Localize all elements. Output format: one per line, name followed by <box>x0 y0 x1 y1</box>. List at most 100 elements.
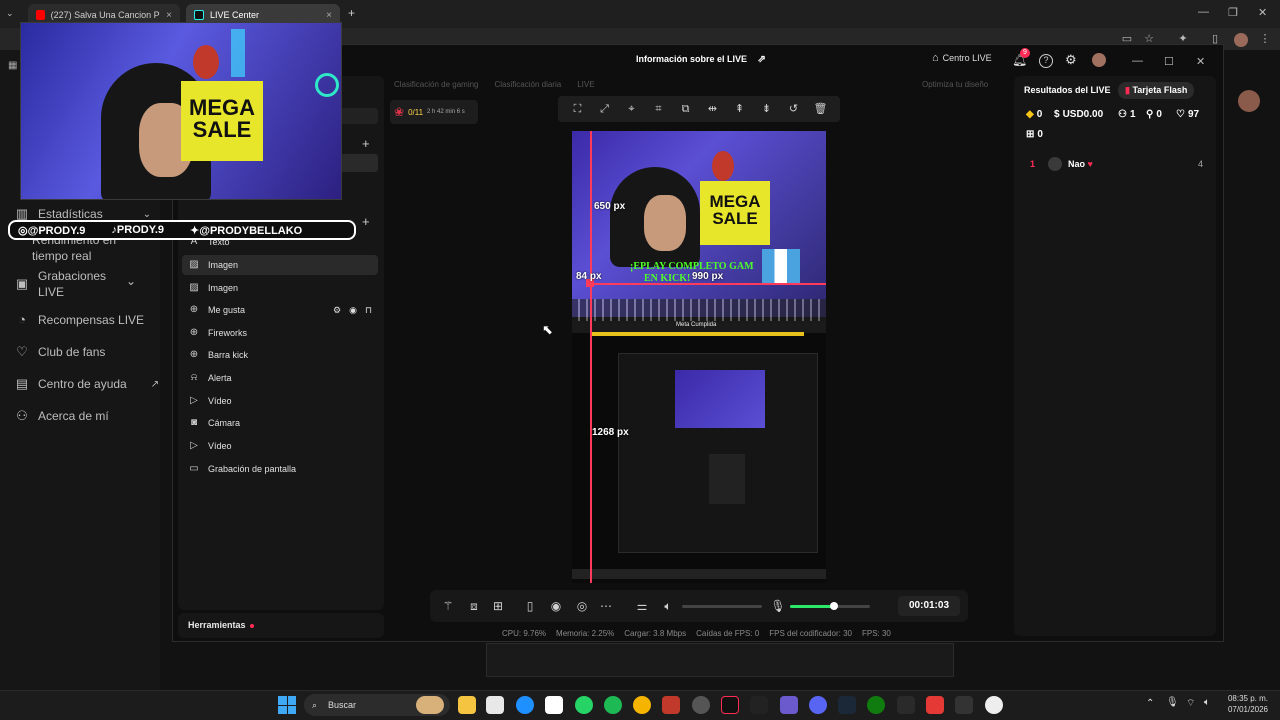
app-gray-icon[interactable] <box>955 696 973 714</box>
tab-list-icon[interactable]: ⌄ <box>6 8 14 19</box>
whatsapp-icon[interactable] <box>575 696 593 714</box>
tab-live[interactable]: LIVE <box>577 80 594 89</box>
fit-screen-icon[interactable]: ⛶ <box>571 102 585 116</box>
phone-icon[interactable]: ▯ <box>522 598 538 614</box>
tab-daily-rank[interactable]: Clasificación diaria <box>495 80 562 89</box>
vpn-icon[interactable] <box>780 696 798 714</box>
center-icon[interactable]: ⌖ <box>625 102 639 116</box>
add-media-icon[interactable]: ⊞ <box>490 598 506 614</box>
edge-icon[interactable] <box>516 696 534 714</box>
tf-icon[interactable] <box>750 696 768 714</box>
source-item[interactable]: ▨ Imagen <box>182 278 378 298</box>
file-explorer-icon[interactable] <box>458 696 476 714</box>
microphone-icon[interactable]: 🎙︎ <box>770 598 786 614</box>
scene-selector[interactable] <box>340 108 378 124</box>
add-scene-icon[interactable]: + <box>362 136 370 151</box>
source-item[interactable]: ⊕ Barra kick <box>182 345 378 365</box>
stream-preview[interactable]: MEGA SALE ¡EPLAY COMPLETO GAM EN KICK! M… <box>572 131 826 583</box>
audio-mixer-icon[interactable]: ⚌ <box>634 598 650 614</box>
viewer-row[interactable]: Nao ♥ <box>1068 159 1093 169</box>
window-minimize-icon[interactable]: — <box>1132 55 1143 67</box>
source-item[interactable]: ⊕ Fireworks <box>182 323 378 343</box>
volume-icon[interactable]: 🔈︎ <box>1204 697 1210 708</box>
settings-icon[interactable]: ⚙ <box>333 305 341 316</box>
scene-item[interactable] <box>340 154 378 172</box>
more-icon[interactable]: ⋯ <box>598 598 614 614</box>
network-icon[interactable]: ⌔ <box>1186 697 1195 710</box>
face <box>644 195 686 251</box>
speaker-icon[interactable]: 🔈︎ <box>660 598 676 614</box>
tab-gaming-rank[interactable]: Clasificación de gaming <box>394 80 479 89</box>
viewer-avatar[interactable] <box>1048 157 1062 171</box>
source-item[interactable]: ◙ Cámara <box>182 413 378 433</box>
source-item[interactable]: ▭ Grabación de pantalla <box>182 459 378 479</box>
speaker-volume-slider[interactable] <box>682 605 762 608</box>
source-item[interactable]: ⍾ Alerta <box>182 368 378 388</box>
profile-avatar[interactable] <box>1234 33 1248 47</box>
expand-icon[interactable]: ⤢ <box>598 102 612 116</box>
store-icon[interactable] <box>486 696 504 714</box>
steam-icon[interactable] <box>838 696 856 714</box>
flip-icon[interactable]: ⇹ <box>706 102 720 116</box>
crop-icon[interactable]: ⌗ <box>652 102 666 116</box>
live-icon[interactable]: ◎ <box>574 598 590 614</box>
epic-games-icon[interactable] <box>897 696 915 714</box>
instagram-icon: ◎ <box>18 224 28 237</box>
minimize-icon[interactable]: — <box>1198 6 1209 18</box>
effects-icon[interactable]: ⧈ <box>466 598 482 614</box>
game-icon[interactable] <box>692 696 710 714</box>
centro-live-button[interactable]: ⌂ Centro LIVE <box>932 52 992 64</box>
nav-grabaciones[interactable]: ▣ Grabaciones LIVE ⌄ <box>14 268 154 300</box>
discord-icon[interactable] <box>809 696 827 714</box>
settings-icon[interactable]: ⚙ <box>1065 52 1077 68</box>
eye-icon[interactable]: ◉ <box>349 305 357 316</box>
record-icon[interactable]: ◉ <box>548 598 564 614</box>
restore-icon[interactable]: ❐ <box>1228 6 1238 19</box>
spotify-icon[interactable] <box>604 696 622 714</box>
lock-icon[interactable]: ⊓ <box>365 305 372 316</box>
delete-icon[interactable]: 🗑︎ <box>814 102 828 116</box>
nav-ayuda[interactable]: ▤ Centro de ayuda ↗ <box>14 376 159 392</box>
layer-down-icon[interactable]: ⇟ <box>760 102 774 116</box>
nav-recompensas[interactable]: ◔ Recompensas LIVE <box>14 312 144 328</box>
tiktok-live-icon[interactable] <box>721 696 739 714</box>
help-icon[interactable]: ? <box>1039 54 1053 68</box>
tools-section[interactable]: Herramientas <box>178 613 384 638</box>
rotate-icon[interactable]: ↺ <box>787 102 801 116</box>
apps-icon[interactable]: ▦ <box>8 60 17 71</box>
window-close-icon[interactable]: ✕ <box>1196 55 1205 68</box>
window-maximize-icon[interactable]: ☐ <box>1164 55 1174 68</box>
source-item[interactable]: ⊕ Me gusta ⚙ ◉ ⊓ <box>182 300 378 320</box>
close-tab-icon[interactable]: × <box>326 10 332 21</box>
app-red-icon[interactable] <box>926 696 944 714</box>
close-tab-icon[interactable]: × <box>166 10 172 21</box>
chrome-icon[interactable] <box>633 696 651 714</box>
app-icon[interactable] <box>662 696 680 714</box>
capcut-icon[interactable] <box>545 696 563 714</box>
source-item[interactable]: ▷ Vídeo <box>182 391 378 411</box>
source-item[interactable]: ▷ Vídeo <box>182 436 378 456</box>
windows-start-icon[interactable] <box>278 696 296 714</box>
user-avatar[interactable] <box>1238 90 1260 112</box>
video-list-icon: ▣ <box>15 276 29 291</box>
add-source-icon[interactable]: + <box>362 214 370 229</box>
tray-chevron-icon[interactable]: ⌃ <box>1146 698 1154 709</box>
flash-card-button[interactable]: ▮ Tarjeta Flash <box>1118 82 1195 99</box>
xbox-icon[interactable] <box>867 696 885 714</box>
source-item[interactable]: ▨ Imagen <box>182 255 378 275</box>
obs-icon[interactable] <box>985 696 1003 714</box>
nav-acerca[interactable]: ⚇ Acerca de mí <box>14 408 109 424</box>
optimize-tab[interactable]: Optimiza tu diseño <box>922 80 988 89</box>
new-tab-button[interactable]: + <box>348 6 355 20</box>
duplicate-icon[interactable]: ⧉ <box>679 102 693 116</box>
menu-icon[interactable]: ⋮ <box>1258 32 1272 46</box>
close-icon[interactable]: ✕ <box>1258 6 1267 19</box>
layer-up-icon[interactable]: ⇞ <box>733 102 747 116</box>
avatar[interactable] <box>1092 53 1106 67</box>
share-icon[interactable]: ⇗ <box>758 54 766 65</box>
mic-tray-icon[interactable]: 🎙︎ <box>1166 697 1179 708</box>
mic-slider-knob[interactable] <box>830 602 838 610</box>
system-clock[interactable]: 08:35 p. m. 07/01/2026 <box>1222 693 1268 715</box>
magic-wand-icon[interactable]: ⚚ <box>440 598 456 614</box>
nav-club-fans[interactable]: ♡ Club de fans <box>14 344 105 360</box>
